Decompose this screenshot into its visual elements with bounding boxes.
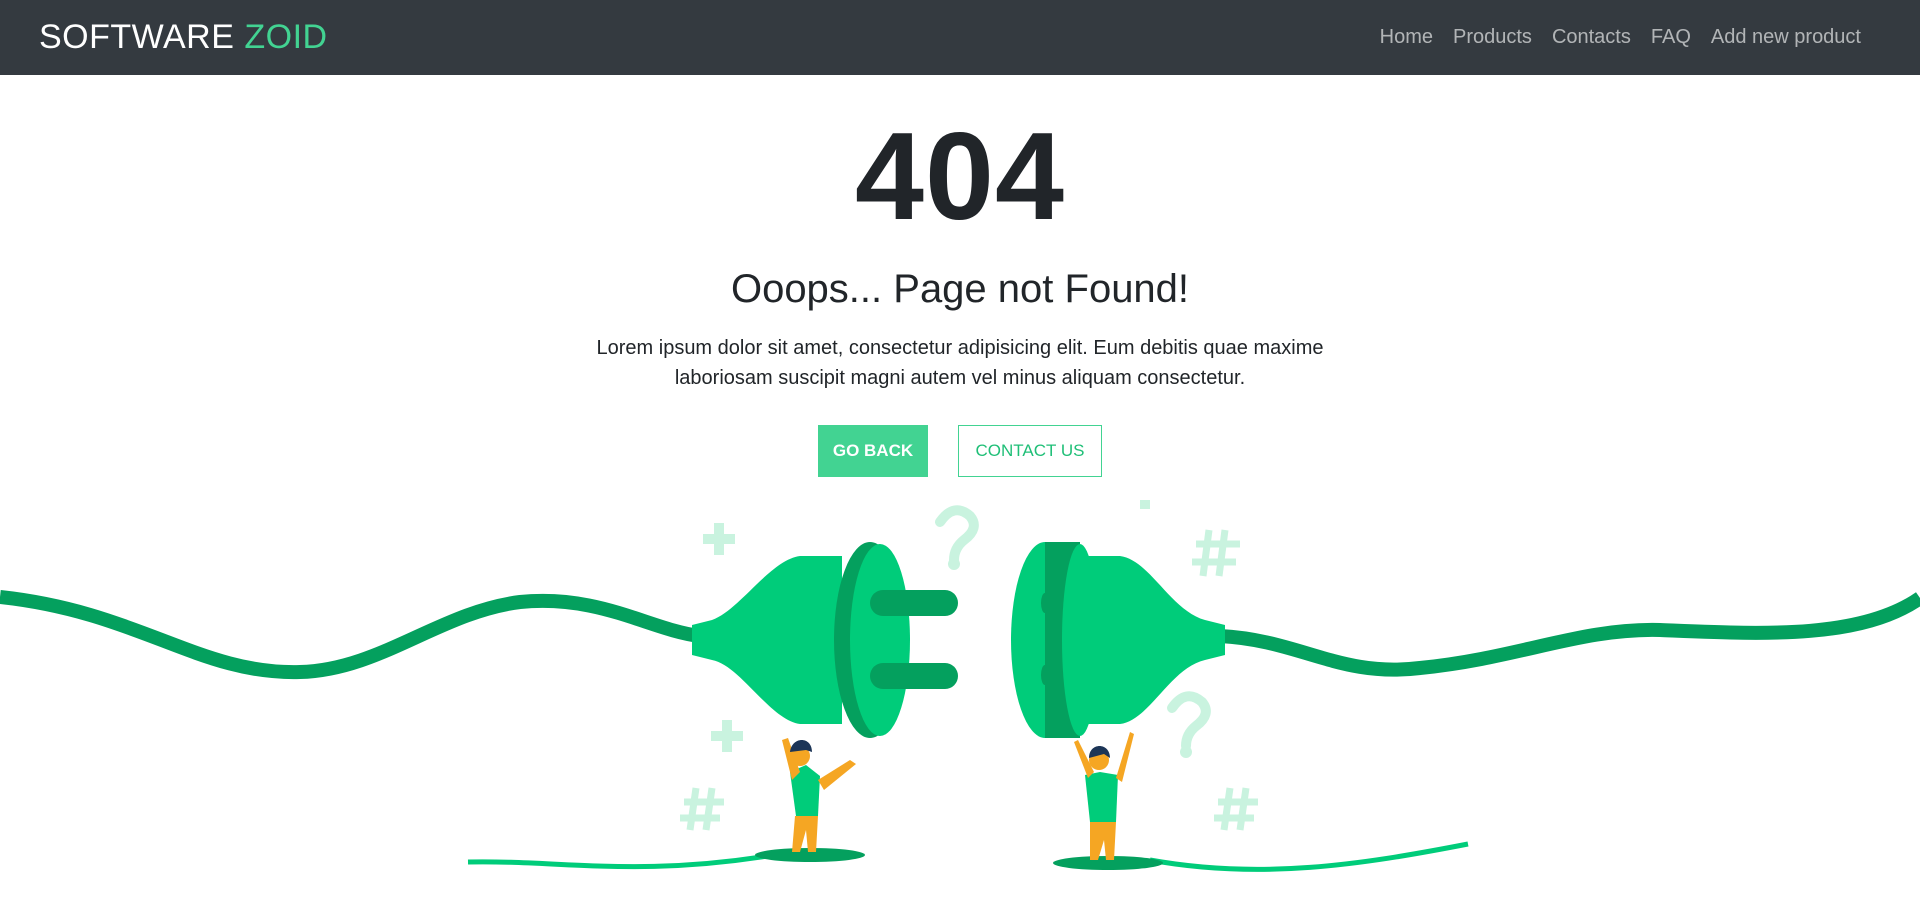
- go-back-button[interactable]: GO BACK: [818, 425, 928, 477]
- person-icon: [1053, 732, 1163, 870]
- error-title: Ooops... Page not Found!: [730, 267, 1190, 311]
- nav-home-link[interactable]: Home: [1370, 26, 1443, 49]
- nav-products-link[interactable]: Products: [1443, 26, 1542, 49]
- brand-accent-text: ZOID: [244, 18, 328, 56]
- left-plug: [692, 542, 958, 738]
- error-description: Lorem ipsum dolor sit amet, consectetur …: [596, 337, 1324, 389]
- right-thin-cable: [1149, 841, 1469, 872]
- left-thin-cable: [467, 851, 781, 870]
- unplugged-cable-icon: [0, 500, 1920, 872]
- brand-main-text: SOFTWARE: [39, 18, 245, 56]
- person-icon: [755, 738, 865, 862]
- right-main-cable: [1219, 592, 1920, 677]
- nav-faq-link[interactable]: FAQ: [1641, 26, 1701, 49]
- contact-us-button[interactable]: CONTACT US: [958, 425, 1102, 477]
- top-navbar: SOFTWARE ZOID Home Products Contacts FAQ…: [0, 0, 1920, 75]
- error-code: 404: [855, 108, 1065, 246]
- main-nav: Home Products Contacts FAQ Add new produ…: [1370, 26, 1871, 49]
- nav-contacts-link[interactable]: Contacts: [1542, 26, 1641, 49]
- right-plug: [1011, 542, 1225, 738]
- left-main-cable: [0, 590, 701, 680]
- brand-logo[interactable]: SOFTWARE ZOID: [39, 18, 328, 57]
- nav-add-product-link[interactable]: Add new product: [1701, 26, 1871, 49]
